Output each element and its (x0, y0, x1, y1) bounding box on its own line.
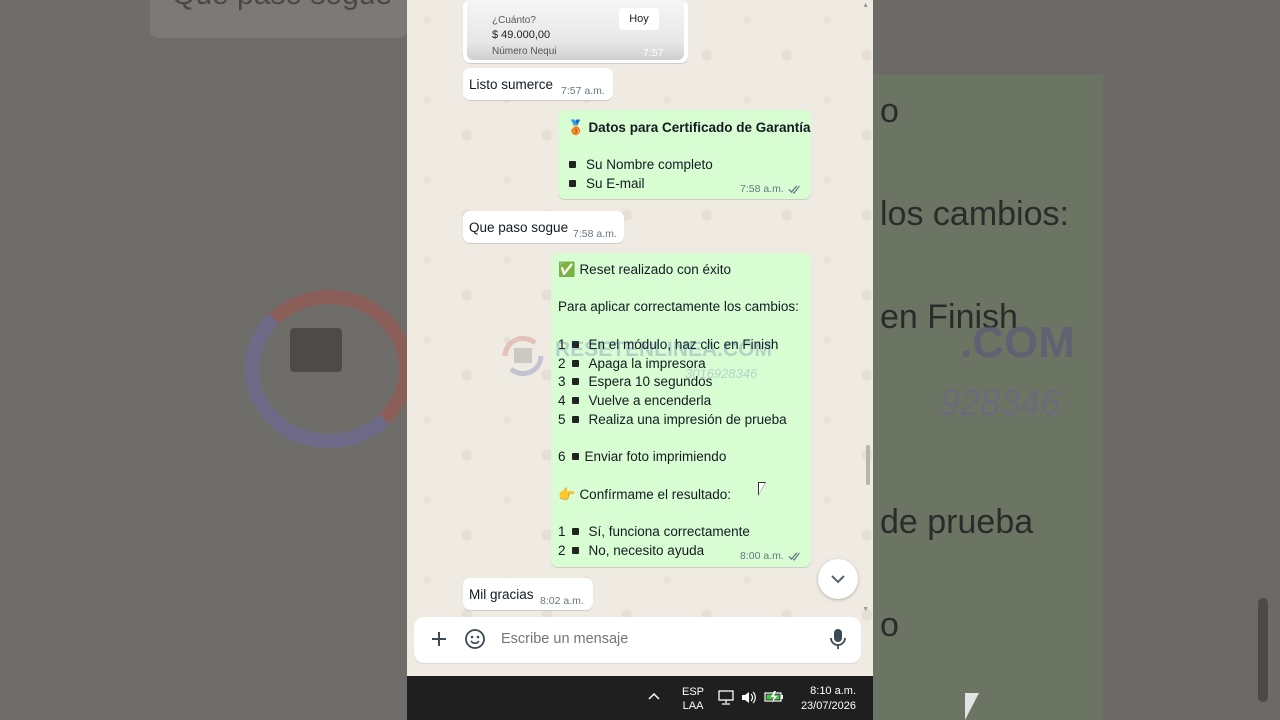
bullet-square-icon (569, 161, 576, 169)
clock-date: 23/07/2026 (800, 700, 856, 712)
step-number: 3 (558, 374, 566, 389)
outgoing-message[interactable]: ✅ Reset realizado con éxito Para aplicar … (551, 253, 811, 567)
background-watermark: .COM (960, 318, 1075, 367)
option-item: 1 Sí, funciona correctamente (558, 524, 750, 539)
message-input[interactable] (499, 630, 803, 648)
scroll-up-arrow-icon[interactable]: ▲ (862, 2, 869, 9)
incoming-message[interactable]: Mil gracias 8:02 a.m. (463, 578, 593, 610)
watermark-logo-icon (502, 335, 544, 377)
option-text: Sí, funciona correctamente (588, 524, 750, 539)
message-intro: Para aplicar correctamente los cambios: (558, 299, 799, 314)
message-title: 🥉 Datos para Certificado de Garantía (567, 119, 811, 136)
volume-icon[interactable] (741, 690, 757, 705)
outgoing-message[interactable]: 🥉 Datos para Certificado de Garantía Su N… (558, 110, 811, 199)
message-header: ✅ Reset realizado con éxito (558, 261, 731, 278)
clock[interactable]: 8:10 a.m. 23/07/2026 (797, 684, 856, 714)
step-number: 6 (558, 449, 566, 464)
background-left-text: Que paso sogue (172, 0, 392, 12)
background-printer-icon (290, 328, 342, 372)
background-cursor-icon (965, 693, 979, 720)
payment-date: Hoy (619, 8, 659, 30)
background-watermark-number: 928346 (940, 382, 1061, 423)
language-code: ESP (682, 686, 705, 698)
keyboard-layout: LAA (682, 700, 704, 712)
step-number: 5 (558, 412, 566, 427)
message-time: 8:00 a.m. (740, 550, 784, 562)
step-item: 5 Realiza una impresión de prueba (558, 412, 787, 427)
mouse-cursor-icon (758, 482, 766, 496)
chevron-down-icon (831, 575, 845, 584)
background-right-line: los cambios: (880, 195, 1069, 233)
step-number: 4 (558, 393, 566, 408)
plus-icon[interactable] (428, 628, 450, 650)
confirm-line: 👉 Confírmame el resultado: (558, 486, 731, 503)
payment-amount: $ 49.000,00 (492, 29, 551, 41)
background-scrollbar (1258, 598, 1268, 702)
step-text: Enviar foto imprimiendo (584, 449, 727, 464)
message-time-wrap: 8:00 a.m. (740, 550, 802, 562)
incoming-message[interactable]: Que paso sogue 7:58 a.m. (463, 211, 624, 243)
message-text: Listo sumerce (469, 77, 554, 92)
background-right-line: o (880, 92, 899, 130)
watermark-brand: RESETENLINEA.COM (555, 338, 773, 361)
scroll-down-arrow-icon[interactable]: ▼ (862, 606, 869, 613)
bullet-square-icon (571, 453, 579, 461)
bullet-square-icon (571, 378, 579, 386)
message-time: 7:57 a.m. (643, 47, 664, 63)
pointing-hand-icon: 👉 (558, 486, 576, 502)
background-right-line: o (880, 606, 899, 644)
message-composer (414, 617, 861, 663)
message-time: 7:57 a.m. (561, 85, 605, 97)
message-header-text: Reset realizado con éxito (579, 262, 732, 277)
bullet-square-icon (571, 528, 579, 536)
option-number: 1 (558, 524, 566, 539)
scroll-to-bottom-button[interactable] (818, 559, 858, 599)
microphone-icon[interactable] (828, 628, 848, 650)
bullet-square-icon (571, 416, 579, 424)
message-time-wrap: 7:58 a.m. (740, 183, 802, 195)
message-text: Mil gracias (469, 587, 534, 602)
language-indicator[interactable]: ESP LAA (682, 685, 704, 713)
payment-image-message[interactable]: ¿Cuánto? $ 49.000,00 Hoy Número Nequi 7:… (463, 0, 688, 63)
message-time: 7:58 a.m. (573, 228, 617, 240)
option-text: No, necesito ayuda (588, 543, 705, 558)
list-item-text: Su E-mail (586, 176, 645, 191)
message-title-text: Datos para Certificado de Garantía (588, 120, 811, 135)
incoming-message[interactable]: Listo sumerce 7:57 a.m. (463, 68, 613, 100)
taskbar: ESP LAA 8:10 a.m. 23/07/2026 (407, 676, 873, 720)
message-text: Que paso sogue (469, 220, 569, 235)
network-icon[interactable] (718, 690, 734, 705)
double-check-icon (788, 552, 800, 562)
option-item: 2 No, necesito ayuda (558, 543, 704, 558)
list-item-text: Su Nombre completo (586, 157, 713, 172)
list-item: Su E-mail (567, 176, 645, 191)
step-text: Realiza una impresión de prueba (588, 412, 787, 427)
step-item: 6 Enviar foto imprimiendo (558, 449, 726, 464)
step-item: 4 Vuelve a encenderla (558, 393, 711, 408)
option-number: 2 (558, 543, 566, 558)
background-right-line: de prueba (880, 503, 1034, 541)
clock-time: 8:10 a.m. (810, 685, 856, 697)
chat-window: ¿Cuánto? $ 49.000,00 Hoy Número Nequi 7:… (407, 0, 873, 676)
payment-account-label: Número Nequi (492, 46, 557, 57)
payment-receipt-image: ¿Cuánto? $ 49.000,00 Hoy Número Nequi 7:… (467, 0, 684, 63)
message-time: 8:02 a.m. (540, 595, 584, 607)
step-text: Vuelve a encenderla (588, 393, 712, 408)
double-check-icon (788, 185, 800, 195)
chevron-up-icon[interactable] (648, 692, 660, 700)
bullet-square-icon (569, 180, 576, 188)
medal-icon: 🥉 (567, 119, 585, 135)
watermark-phone: 3016928346 (685, 366, 758, 381)
bullet-square-icon (571, 397, 579, 405)
confirm-text: Confírmame el resultado: (579, 487, 732, 502)
list-item: Su Nombre completo (567, 157, 713, 172)
payment-question: ¿Cuánto? (492, 15, 536, 26)
chat-scrollbar-thumb[interactable] (866, 445, 870, 485)
sticker-icon[interactable] (464, 628, 486, 650)
check-mark-icon: ✅ (558, 261, 576, 277)
bullet-square-icon (571, 547, 579, 555)
battery-charging-icon[interactable] (764, 691, 784, 703)
message-time: 7:58 a.m. (740, 183, 784, 195)
